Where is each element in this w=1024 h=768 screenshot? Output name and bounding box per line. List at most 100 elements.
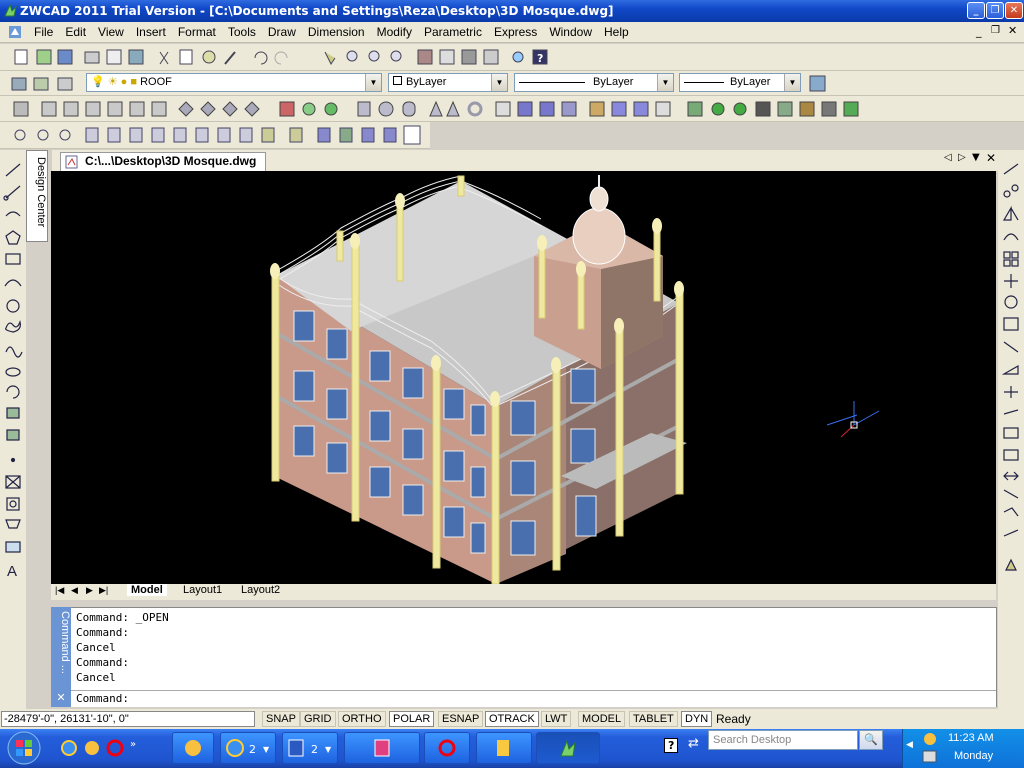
layer-state-icons: 💡 ☀ ● ■	[91, 76, 141, 88]
layer-manager-icons[interactable]	[8, 73, 88, 97]
tab-next-icon[interactable]: ▷	[958, 152, 966, 163]
menu-bar: File Edit View Insert Format Tools Draw …	[0, 22, 1024, 43]
dyn-toggle[interactable]: DYN	[681, 711, 713, 727]
next-tab-icon[interactable]: ▶	[86, 585, 93, 596]
modeling-toolbar-icons[interactable]	[0, 96, 870, 122]
modify-toolbar	[998, 150, 1024, 730]
view-toolbar	[0, 122, 430, 149]
tab-layout2[interactable]: Layout2	[237, 584, 284, 596]
menu-edit[interactable]: Edit	[59, 25, 92, 39]
taskbar-paint[interactable]	[344, 732, 420, 764]
taskbar-word[interactable]: 2 ▼	[282, 732, 338, 764]
coordinate-readout[interactable]: -28479'-0", 26131'-10", 0"	[1, 711, 255, 727]
menu-format[interactable]: Format	[172, 25, 222, 39]
layout-tabs: |◀ ◀ ▶ ▶| Model Layout1 Layout2	[51, 584, 996, 600]
tab-close-icon[interactable]: ✕	[986, 151, 996, 165]
tab-list-icon[interactable]: ▼	[972, 152, 980, 163]
clock-time[interactable]: 11:23 AM	[948, 732, 994, 744]
maximize-button[interactable]: ❐	[986, 2, 1004, 19]
draw-toolbar-icons[interactable]: A	[0, 156, 26, 586]
chevron-down-icon[interactable]: ▼	[365, 74, 381, 91]
view-toolbar-icons[interactable]	[0, 122, 430, 149]
desktop-search-input[interactable]: Search Desktop	[708, 730, 858, 750]
layer-combo[interactable]: 💡 ☀ ● ■ ROOF ▼	[86, 73, 382, 92]
close-button[interactable]: ✕	[1005, 2, 1023, 19]
grid-toggle[interactable]: GRID	[300, 711, 336, 727]
document-tab[interactable]: C:\...\Desktop\3D Mosque.dwg	[60, 152, 266, 171]
svg-text:▼: ▼	[263, 745, 270, 754]
command-history: Command: _OPEN Command: Cancel Command: …	[76, 610, 169, 685]
command-input[interactable]: Command:	[71, 690, 996, 707]
svg-text:A: A	[7, 563, 17, 580]
clock-day: Monday	[954, 750, 994, 762]
last-tab-icon[interactable]: ▶|	[99, 585, 108, 596]
menu-tools[interactable]: Tools	[222, 25, 262, 39]
drawing-file-icon	[65, 155, 78, 169]
tray-expand-icon[interactable]: ◀	[906, 740, 913, 750]
menu-view[interactable]: View	[92, 25, 130, 39]
command-close-icon[interactable]: ✕	[51, 690, 71, 707]
taskbar-outlook[interactable]	[172, 732, 214, 764]
taskbar-ie[interactable]: 2 ▼	[220, 732, 276, 764]
snap-toggle[interactable]: SNAP	[262, 711, 300, 727]
quick-launch-icons[interactable]: »	[60, 738, 140, 758]
tab-prev-icon[interactable]: ◁	[944, 152, 952, 163]
polar-toggle[interactable]: POLAR	[389, 711, 435, 727]
taskbar-opera[interactable]	[424, 732, 470, 764]
taskbar-zwcad[interactable]	[536, 732, 600, 764]
command-window-title[interactable]: Command ...	[51, 607, 71, 690]
taskbar-explorer[interactable]	[476, 732, 532, 764]
chevron-down-icon[interactable]: ▼	[491, 74, 507, 91]
prev-tab-icon[interactable]: ◀	[71, 585, 78, 596]
zwcad-window: ZWCAD 2011 Trial Version - [C:\Documents…	[0, 0, 1024, 768]
menu-dimension[interactable]: Dimension	[302, 25, 371, 39]
linetype-value: ByLayer	[593, 76, 634, 88]
doc-restore-button[interactable]: ❐	[991, 25, 1000, 36]
menu-help[interactable]: Help	[598, 25, 635, 39]
modify-toolbar-icons[interactable]	[998, 160, 1024, 590]
model-viewport[interactable]	[51, 171, 996, 584]
app-menu-icon[interactable]	[8, 25, 22, 39]
menu-window[interactable]: Window	[543, 25, 598, 39]
tablet-toggle[interactable]: TABLET	[629, 711, 678, 727]
ortho-toggle[interactable]: ORTHO	[338, 711, 386, 727]
start-button[interactable]	[2, 729, 48, 768]
chevron-down-icon[interactable]: ▼	[657, 74, 673, 91]
dome	[572, 207, 626, 265]
menu-parametric[interactable]: Parametric	[418, 25, 488, 39]
standard-toolbar-icons[interactable]: ?	[0, 44, 560, 71]
color-combo[interactable]: ByLayer ▼	[388, 73, 508, 92]
ucs-cursor	[826, 401, 880, 438]
tab-layout1[interactable]: Layout1	[179, 584, 226, 596]
switch-windows-icon[interactable]: ⇄	[688, 736, 699, 751]
plot-style-icon[interactable]	[808, 74, 828, 94]
otrack-toggle[interactable]: OTRACK	[485, 711, 539, 727]
menu-insert[interactable]: Insert	[130, 25, 172, 39]
tab-model[interactable]: Model	[127, 584, 167, 596]
current-layer-name: ROOF	[140, 76, 172, 88]
search-icon[interactable]: 🔍	[859, 730, 883, 750]
menu-express[interactable]: Express	[488, 25, 543, 39]
chevron-down-icon[interactable]: ▼	[784, 74, 800, 91]
lineweight-combo[interactable]: ByLayer ▼	[679, 73, 801, 92]
svg-text:▼: ▼	[325, 745, 332, 754]
color-value: ByLayer	[406, 76, 447, 88]
tray-icons[interactable]	[920, 731, 940, 765]
model-toggle[interactable]: MODEL	[578, 711, 626, 727]
menu-file[interactable]: File	[28, 25, 59, 39]
design-center-tab[interactable]: Design Center	[26, 150, 48, 242]
lwt-toggle[interactable]: LWT	[541, 711, 572, 727]
modeling-toolbar	[0, 96, 1024, 122]
doc-minimize-button[interactable]: _	[976, 25, 982, 38]
help-icon[interactable]: ?	[664, 738, 679, 753]
menu-draw[interactable]: Draw	[262, 25, 302, 39]
esnap-toggle[interactable]: ESNAP	[438, 711, 484, 727]
title-bar: ZWCAD 2011 Trial Version - [C:\Documents…	[0, 0, 1024, 22]
menu-modify[interactable]: Modify	[371, 25, 418, 39]
first-tab-icon[interactable]: |◀	[55, 585, 64, 596]
linetype-combo[interactable]: ByLayer ▼	[514, 73, 674, 92]
linetype-line-sample	[519, 81, 585, 83]
doc-close-button[interactable]: ✕	[1008, 24, 1017, 37]
lineweight-value: ByLayer	[730, 76, 771, 88]
minimize-button[interactable]: _	[967, 2, 985, 19]
